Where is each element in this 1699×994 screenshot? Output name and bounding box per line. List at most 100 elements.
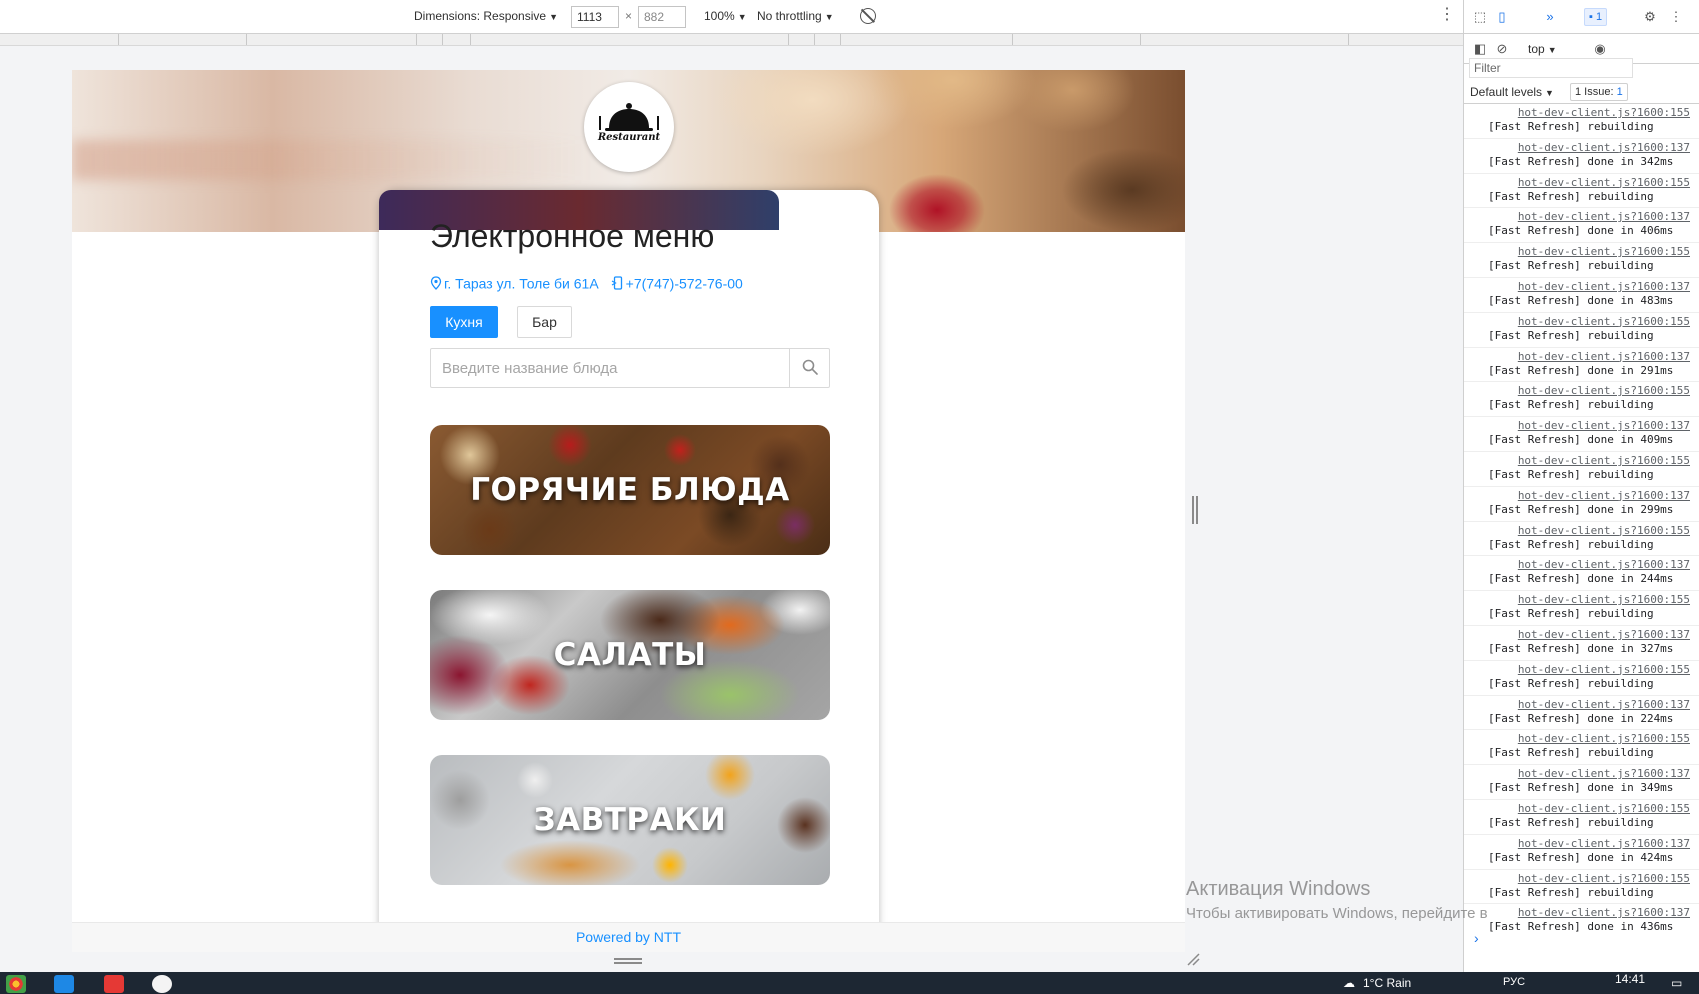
console-filter-input[interactable] [1469,58,1633,78]
ruler-mark [814,34,815,45]
footer: Powered by NTT [72,922,1185,952]
log-message: [Fast Refresh] done in 299ms [1488,502,1674,516]
caret-down-icon: ▼ [824,12,834,22]
restaurant-logo: Restaurant [584,82,674,172]
log-source-link[interactable]: hot-dev-client.js?1600:137 [1518,906,1690,919]
address-link[interactable]: г. Тараз ул. Толе би 61А [444,275,599,291]
log-source-link[interactable]: hot-dev-client.js?1600:155 [1518,176,1690,189]
issues-button[interactable]: 1 Issue: 1 [1570,83,1628,101]
log-source-link[interactable]: hot-dev-client.js?1600:155 [1518,384,1690,397]
log-source-link[interactable]: hot-dev-client.js?1600:137 [1518,210,1690,223]
category-salads[interactable]: САЛАТЫ [430,590,830,720]
log-source-link[interactable]: hot-dev-client.js?1600:137 [1518,628,1690,641]
git-client-icon[interactable] [104,975,124,993]
context-selector[interactable]: top ▼ [1528,42,1557,56]
log-source-link[interactable]: hot-dev-client.js?1600:137 [1518,698,1690,711]
sidebar-toggle-icon[interactable]: ◧ [1472,41,1488,57]
more-tabs-icon[interactable]: » [1542,9,1558,25]
log-source-link[interactable]: hot-dev-client.js?1600:155 [1518,524,1690,537]
location-pin-icon [430,276,442,291]
log-message: [Fast Refresh] rebuilding [1488,467,1654,481]
log-source-link[interactable]: hot-dev-client.js?1600:137 [1518,837,1690,850]
contact-info: г. Тараз ул. Толе би 61А +7(747)-572-76-… [430,274,743,291]
log-source-link[interactable]: hot-dev-client.js?1600:155 [1518,106,1690,119]
language-indicator[interactable]: РУС [1503,976,1525,988]
console-log-entry: hot-dev-client.js?1600:137 [Fast Refresh]… [1464,417,1699,452]
console-log-entry: hot-dev-client.js?1600:155 [Fast Refresh]… [1464,800,1699,835]
height-input[interactable] [638,6,686,28]
console-log-entry: hot-dev-client.js?1600:137 [Fast Refresh]… [1464,626,1699,661]
console-log-entry: hot-dev-client.js?1600:137 [Fast Refresh]… [1464,348,1699,383]
vscode-icon[interactable] [54,975,74,993]
dimensions-dropdown[interactable]: Dimensions: Responsive ▼ [414,9,558,23]
console-log-entry: hot-dev-client.js?1600:155 [Fast Refresh]… [1464,243,1699,278]
category-breakfasts[interactable]: ЗАВТРАКИ [430,755,830,885]
ruler-mark [470,34,471,45]
issues-badge[interactable]: ▪ 1 [1584,8,1608,26]
devtools-tabbar: ⬚ ▯ » ▪ 1 ⚙ ⋮ [1464,0,1699,34]
log-source-link[interactable]: hot-dev-client.js?1600:155 [1518,315,1690,328]
phone-link[interactable]: +7(747)-572-76-00 [626,275,743,291]
console-log-entry: hot-dev-client.js?1600:155 [Fast Refresh]… [1464,452,1699,487]
log-source-link[interactable]: hot-dev-client.js?1600:155 [1518,802,1690,815]
settings-gear-icon[interactable]: ⚙ [1642,9,1658,25]
log-levels-dropdown[interactable]: Default levels ▼ [1470,85,1554,99]
console-prompt-icon[interactable]: › [1474,930,1479,946]
category-label: ГОРЯЧИЕ БЛЮДА [470,472,790,508]
zoom-dropdown[interactable]: 100% ▼ [704,9,747,23]
live-expression-eye-icon[interactable]: ◉ [1592,41,1608,57]
log-source-link[interactable]: hot-dev-client.js?1600:137 [1518,280,1690,293]
log-source-link[interactable]: hot-dev-client.js?1600:155 [1518,593,1690,606]
tab-kitchen[interactable]: Кухня [430,306,498,338]
log-source-link[interactable]: hot-dev-client.js?1600:137 [1518,767,1690,780]
resize-handle-bottom[interactable] [614,958,642,964]
log-source-link[interactable]: hot-dev-client.js?1600:137 [1518,558,1690,571]
context-label: top [1528,42,1545,56]
notifications-icon[interactable]: ▭ [1671,976,1682,990]
menu-card: Электронное меню г. Тараз ул. Толе би 61… [379,190,879,952]
throttling-dropdown[interactable]: No throttling ▼ [757,9,834,23]
log-source-link[interactable]: hot-dev-client.js?1600:137 [1518,419,1690,432]
log-source-link[interactable]: hot-dev-client.js?1600:137 [1518,141,1690,154]
log-source-link[interactable]: hot-dev-client.js?1600:155 [1518,454,1690,467]
caret-down-icon: ▼ [1545,88,1554,98]
device-toggle-icon[interactable]: ▯ [1494,9,1510,25]
console-log-entry: hot-dev-client.js?1600:155 [Fast Refresh]… [1464,313,1699,348]
tab-bar[interactable]: Бар [517,306,572,338]
powered-by-link[interactable]: Powered by NTT [576,929,681,945]
log-source-link[interactable]: hot-dev-client.js?1600:155 [1518,245,1690,258]
throttling-label: No throttling [757,9,822,23]
rotate-icon[interactable] [860,8,876,24]
console-log-entry: hot-dev-client.js?1600:155 [Fast Refresh]… [1464,104,1699,139]
ruler-mark [840,34,841,45]
search-button[interactable] [789,348,830,388]
log-source-link[interactable]: hot-dev-client.js?1600:155 [1518,663,1690,676]
app-icon[interactable] [152,975,172,993]
log-source-link[interactable]: hot-dev-client.js?1600:137 [1518,350,1690,363]
search-input[interactable] [431,349,789,387]
log-message: [Fast Refresh] rebuilding [1488,328,1654,342]
clear-console-icon[interactable]: ⊘ [1494,41,1510,57]
log-source-link[interactable]: hot-dev-client.js?1600:155 [1518,732,1690,745]
width-input[interactable] [571,6,619,28]
console-log-entry: hot-dev-client.js?1600:137 [Fast Refresh]… [1464,556,1699,592]
category-hot-dishes[interactable]: ГОРЯЧИЕ БЛЮДА [430,425,830,555]
clock-time[interactable]: 14:41 [1615,972,1645,986]
weather-text[interactable]: 1°C Rain [1363,976,1411,990]
resize-corner-icon[interactable] [1186,952,1200,966]
log-message: [Fast Refresh] done in 483ms [1488,293,1674,307]
log-message: [Fast Refresh] rebuilding [1488,537,1654,551]
zoom-label: 100% [704,9,735,23]
inspect-element-icon[interactable]: ⬚ [1472,9,1488,25]
more-options-icon[interactable]: ⋮ [1439,7,1455,23]
resize-handle-right[interactable] [1192,496,1198,524]
log-source-link[interactable]: hot-dev-client.js?1600:137 [1518,489,1690,502]
console-log-entry: hot-dev-client.js?1600:137 [Fast Refresh]… [1464,487,1699,522]
filter-row [1464,58,1699,80]
category-label: САЛАТЫ [553,637,707,673]
log-source-link[interactable]: hot-dev-client.js?1600:155 [1518,872,1690,885]
more-options-icon[interactable]: ⋮ [1668,9,1684,25]
log-levels-label: Default levels [1470,85,1543,99]
chrome-icon[interactable] [6,975,26,993]
device-toolbar: Dimensions: Responsive▼ × 100%▼ No throt… [0,0,1463,34]
